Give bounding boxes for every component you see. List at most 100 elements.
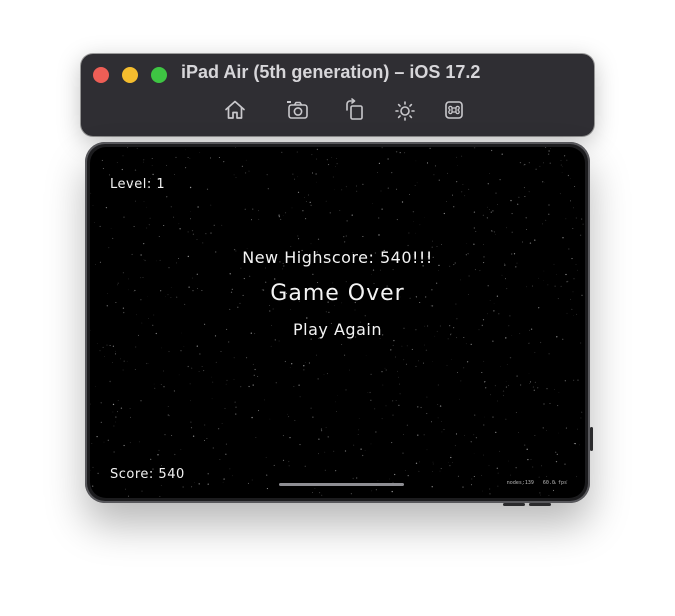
star xyxy=(102,346,104,348)
star xyxy=(112,411,114,413)
star xyxy=(190,421,192,423)
star xyxy=(190,218,192,220)
star xyxy=(529,383,530,385)
star xyxy=(441,421,442,422)
star xyxy=(273,464,275,466)
star xyxy=(198,370,200,373)
star xyxy=(183,346,185,348)
star xyxy=(90,192,92,194)
game-screen[interactable]: Level: 1 New Highscore: 540!!! Game Over… xyxy=(90,147,585,498)
star xyxy=(116,411,118,413)
star xyxy=(582,223,584,225)
star xyxy=(560,160,562,161)
star xyxy=(327,436,329,438)
star xyxy=(95,385,96,387)
star xyxy=(538,277,540,279)
star xyxy=(371,274,372,275)
play-again-button[interactable]: Play Again xyxy=(90,320,585,339)
star xyxy=(487,183,489,185)
star xyxy=(212,447,214,449)
star xyxy=(518,432,519,433)
star xyxy=(143,159,145,161)
star xyxy=(497,485,499,487)
star xyxy=(213,224,215,226)
star xyxy=(187,365,189,368)
star xyxy=(288,416,290,418)
star xyxy=(446,365,448,366)
star xyxy=(452,194,453,196)
star xyxy=(529,242,532,244)
star xyxy=(540,494,541,496)
star xyxy=(346,220,348,222)
star xyxy=(556,453,558,455)
star xyxy=(375,431,377,433)
star xyxy=(470,484,473,486)
star xyxy=(448,462,449,463)
star xyxy=(221,224,223,226)
star xyxy=(543,270,545,272)
star xyxy=(528,191,530,193)
star xyxy=(291,363,293,365)
star xyxy=(100,402,102,404)
star xyxy=(415,365,417,367)
star xyxy=(438,179,440,181)
star xyxy=(335,166,336,167)
star xyxy=(142,277,144,278)
star xyxy=(189,186,192,189)
star xyxy=(515,467,517,469)
star xyxy=(270,345,272,347)
appearance-button[interactable] xyxy=(392,97,418,123)
star xyxy=(146,206,147,208)
star xyxy=(264,267,266,269)
star xyxy=(362,454,364,457)
star xyxy=(364,449,366,451)
star xyxy=(525,217,527,219)
star xyxy=(243,278,245,280)
star xyxy=(123,311,125,314)
star xyxy=(180,350,182,352)
star xyxy=(194,482,195,483)
star xyxy=(185,149,186,151)
star xyxy=(192,277,193,279)
star xyxy=(127,147,129,149)
zoom-window-button[interactable] xyxy=(151,67,167,83)
star xyxy=(412,211,415,213)
star xyxy=(309,201,311,204)
star xyxy=(520,384,522,386)
star xyxy=(399,393,401,395)
star xyxy=(395,356,396,358)
star xyxy=(341,343,343,345)
star xyxy=(437,417,439,419)
star xyxy=(519,162,521,164)
star xyxy=(494,385,496,387)
star xyxy=(432,240,434,242)
star xyxy=(134,369,136,371)
star xyxy=(487,206,488,208)
star xyxy=(558,432,560,434)
star xyxy=(424,217,425,218)
star xyxy=(391,442,393,444)
home-indicator[interactable] xyxy=(279,483,404,486)
star xyxy=(178,374,180,376)
star xyxy=(191,486,193,488)
star xyxy=(168,267,170,269)
star xyxy=(306,317,308,319)
minimize-window-button[interactable] xyxy=(122,67,138,83)
star xyxy=(495,233,496,235)
star xyxy=(456,181,458,183)
star xyxy=(205,233,207,235)
star xyxy=(298,384,300,386)
star xyxy=(128,278,129,280)
star xyxy=(141,490,143,492)
star xyxy=(113,451,115,453)
rotate-button[interactable] xyxy=(342,97,368,123)
star xyxy=(534,435,536,436)
star xyxy=(288,465,290,467)
close-window-button[interactable] xyxy=(93,67,109,83)
home-button[interactable] xyxy=(222,97,248,123)
screenshot-button[interactable] xyxy=(285,97,311,123)
star xyxy=(526,229,528,230)
star xyxy=(215,361,217,363)
keyboard-button[interactable] xyxy=(441,97,467,123)
star xyxy=(528,373,530,375)
